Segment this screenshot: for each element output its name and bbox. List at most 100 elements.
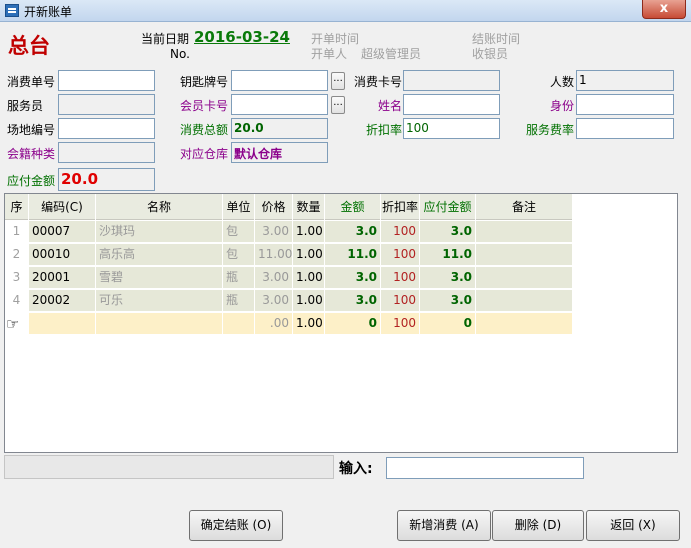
cell-seq[interactable]: 1 [5,221,29,243]
cell-unit[interactable]: 包 [223,221,255,243]
cell-price[interactable]: 3.00 [255,267,293,289]
cell-name[interactable]: 高乐高 [96,244,223,266]
name-input[interactable] [403,94,500,115]
cell-amount[interactable]: 0 [325,313,381,335]
cell-unit[interactable]: 包 [223,244,255,266]
back-button[interactable]: 返回 (X) [586,510,680,541]
no-label: No. [170,47,190,61]
cell-note[interactable] [476,221,573,243]
table-row[interactable]: 3 20001 雪碧瓶 3.00 1.00 3.0 100 3.0 [5,267,573,289]
people-input[interactable]: 1 [576,70,674,91]
identity-input[interactable] [576,94,674,115]
col-price: 价格 [255,194,293,220]
cell-qty[interactable]: 1.00 [293,313,325,335]
cell-code[interactable]: 00010 [29,244,96,266]
cell-qty[interactable]: 1.00 [293,267,325,289]
cell-payable[interactable]: 3.0 [420,267,476,289]
payable-value: 20.0 [58,168,155,191]
cell-seq[interactable]: 2 [5,244,29,266]
title-bar [0,0,691,22]
cell-discount[interactable]: 100 [381,267,420,289]
new-entry-row[interactable]: .00 1.00 0 100 0 [5,313,573,335]
member-card-input[interactable] [231,94,328,115]
cell-code[interactable]: 20001 [29,267,96,289]
venue-no-label: 场地编号 [7,123,56,137]
barcode-input[interactable] [386,457,584,479]
add-consume-button[interactable]: 新增消费 (A) [397,510,491,541]
delete-button[interactable]: 删除 (D) [492,510,584,541]
cell-discount[interactable]: 100 [381,244,420,266]
table-row[interactable]: 2 00010 高乐高包 11.00 1.00 11.0 100 11.0 [5,244,573,266]
cell-amount[interactable]: 3.0 [325,267,381,289]
consume-card-label: 消费卡号 [354,75,403,89]
store-name: 总台 [8,33,50,58]
cell-note[interactable] [476,267,573,289]
service-rate-input[interactable] [576,118,674,139]
consume-no-input[interactable] [58,70,155,91]
waiter-label: 服务员 [7,99,44,113]
cell-note[interactable] [476,313,573,335]
confirm-checkout-button[interactable]: 确定结账 (O) [189,510,283,541]
input-label: 输入: [339,461,373,477]
total-value: 20.0 [231,118,328,139]
window-app-icon [5,4,19,17]
cell-payable[interactable]: 11.0 [420,244,476,266]
warehouse-value: 默认仓库 [231,142,328,163]
cell-qty[interactable]: 1.00 [293,221,325,243]
venue-no-input[interactable] [58,118,155,139]
key-no-lookup-button[interactable]: ... [331,72,345,90]
identity-label: 身份 [549,99,574,113]
member-type-input[interactable] [58,142,155,163]
member-card-lookup-button[interactable]: ... [331,96,345,114]
cell-price[interactable]: 3.00 [255,221,293,243]
cell-amount[interactable]: 3.0 [325,290,381,312]
cell-payable[interactable]: 3.0 [420,290,476,312]
cell-seq[interactable]: 3 [5,267,29,289]
discount-label: 折扣率 [365,123,402,137]
col-amount: 金额 [325,194,381,220]
cell-seq[interactable]: 4 [5,290,29,312]
cell-name[interactable] [96,313,223,335]
member-type-label: 会籍种类 [7,147,56,161]
cell-note[interactable] [476,244,573,266]
close-button[interactable]: x [642,0,686,19]
cell-unit[interactable]: 瓶 [223,267,255,289]
cell-price[interactable]: .00 [255,313,293,335]
cell-discount[interactable]: 100 [381,290,420,312]
col-unit: 单位 [223,194,255,220]
consume-card-input[interactable] [403,70,500,91]
cell-qty[interactable]: 1.00 [293,290,325,312]
cell-price[interactable]: 11.00 [255,244,293,266]
key-no-label: 钥匙牌号 [179,75,228,89]
cell-unit[interactable] [223,313,255,335]
discount-input[interactable]: 100 [403,118,500,139]
cell-price[interactable]: 3.00 [255,290,293,312]
cell-name[interactable]: 可乐 [96,290,223,312]
col-code[interactable]: 编码(C) [29,194,96,220]
cell-discount[interactable]: 100 [381,313,420,335]
table-row[interactable]: 1 00007 沙琪玛包 3.00 1.00 3.0 100 3.0 [5,221,573,243]
cell-qty[interactable]: 1.00 [293,244,325,266]
cell-code[interactable]: 00007 [29,221,96,243]
cell-code[interactable]: 20002 [29,290,96,312]
pointing-hand-icon: ☞ [6,315,20,333]
cell-amount[interactable]: 11.0 [325,244,381,266]
cell-name[interactable]: 沙琪玛 [96,221,223,243]
warehouse-label: 对应仓库 [179,147,228,161]
consume-no-label: 消费单号 [7,75,56,89]
cell-name[interactable]: 雪碧 [96,267,223,289]
cell-payable[interactable]: 3.0 [420,221,476,243]
cell-unit[interactable]: 瓶 [223,290,255,312]
key-no-input[interactable] [231,70,328,91]
waiter-input[interactable] [58,94,155,115]
cell-amount[interactable]: 3.0 [325,221,381,243]
cell-code[interactable] [29,313,96,335]
table-row[interactable]: 4 20002 可乐瓶 3.00 1.00 3.0 100 3.0 [5,290,573,312]
cell-discount[interactable]: 100 [381,221,420,243]
cell-payable[interactable]: 0 [420,313,476,335]
member-card-label: 会员卡号 [179,99,228,113]
date-value: 2016-03-24 [194,28,290,46]
col-note: 备注 [476,194,573,220]
cell-note[interactable] [476,290,573,312]
items-grid[interactable]: 序 编码(C) 名称 单位 价格 数量 金额 折扣率 应付金额 备注 1 0000… [4,193,678,453]
